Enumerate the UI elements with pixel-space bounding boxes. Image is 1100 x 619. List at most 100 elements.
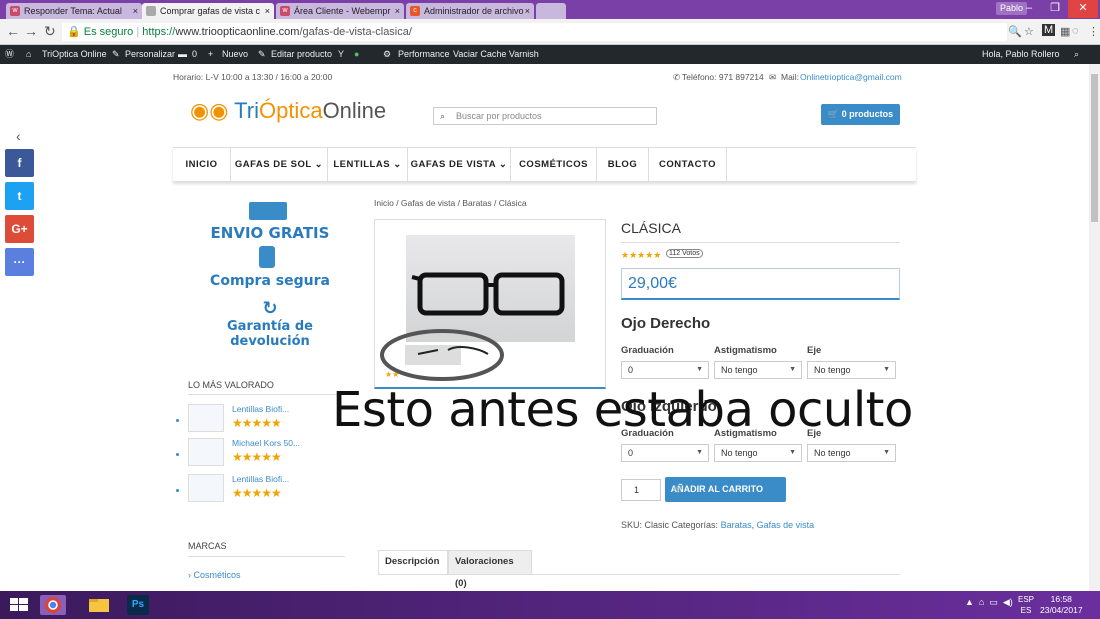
- system-tray-icons[interactable]: ▲ ⌂ ▭ ◀): [965, 597, 1013, 608]
- select-value: No tengo: [721, 365, 758, 375]
- lang-region: ES: [1020, 606, 1032, 615]
- chrome-icon[interactable]: [40, 595, 66, 615]
- add-to-cart-button[interactable]: 🛒 AÑADIR AL CARRITO: [665, 477, 786, 502]
- quantity-input[interactable]: 1: [621, 479, 661, 501]
- close-icon[interactable]: ×: [525, 3, 530, 19]
- url-host: www.trioopticaonline.com: [175, 26, 300, 38]
- browser-tab[interactable]: c Administrador de archivo ×: [406, 3, 534, 19]
- breadcrumb[interactable]: Inicio / Gafas de vista / Baratas / Clás…: [374, 198, 527, 208]
- file-explorer-icon[interactable]: [86, 595, 112, 615]
- tab-reviews[interactable]: Valoraciones (0): [448, 550, 532, 589]
- top-info-bar: Horario: L-V 10:00 a 13:30 / 16:00 a 20:…: [173, 70, 902, 86]
- yoast-icon[interactable]: Y: [338, 45, 344, 64]
- mail-link[interactable]: Onlinetrioptica@gmail.com: [800, 70, 902, 84]
- reload-icon[interactable]: ↻: [44, 24, 56, 38]
- wp-customize-link[interactable]: Personalizar: [125, 45, 175, 64]
- list-item[interactable]: Lentillas Biofi... ★★★★★: [176, 474, 346, 506]
- logo-text: Online: [322, 98, 387, 123]
- twitter-icon[interactable]: t: [5, 182, 34, 210]
- wp-new-link[interactable]: Nuevo: [222, 45, 248, 64]
- left-axis-select[interactable]: No tengo ▼: [807, 444, 896, 462]
- menu-item-lentillas[interactable]: LENTILLAS ⌄: [328, 148, 408, 181]
- votes-badge: 112 Votos: [666, 249, 703, 258]
- wp-performance-link[interactable]: Performance: [398, 45, 450, 64]
- cart-icon: 🛒: [827, 109, 840, 119]
- more-share-icon[interactable]: ···: [5, 248, 34, 276]
- sku-text: SKU: Clasic Categorías:: [621, 520, 719, 530]
- google-plus-icon[interactable]: G+: [5, 215, 34, 243]
- taskbar-clock[interactable]: 16:58 23/04/2017: [1040, 594, 1083, 616]
- brands-title: MARCAS: [188, 541, 345, 557]
- left-grad-select[interactable]: 0 ▼: [621, 444, 709, 462]
- zoom-icon[interactable]: 🔍: [1008, 25, 1022, 38]
- clock-time: 16:58: [1050, 594, 1072, 604]
- wp-cache-link[interactable]: Vaciar Cache Varnish: [453, 45, 539, 64]
- wp-edit-product-link[interactable]: Editar producto: [271, 45, 332, 64]
- star-icon[interactable]: ☆: [1024, 25, 1034, 38]
- url-path: /gafas-de-vista-clasica/: [299, 26, 412, 38]
- close-icon[interactable]: ×: [133, 3, 138, 19]
- site-logo[interactable]: ◉◉ TriÓpticaOnline: [190, 98, 386, 124]
- mail-icon: ✉: [769, 72, 777, 82]
- product-link[interactable]: Lentillas Biofi...: [232, 404, 289, 414]
- menu-item-gafas-de-sol[interactable]: GAFAS DE SOL ⌄: [231, 148, 328, 181]
- product-link[interactable]: Michael Kors 50...: [232, 438, 300, 448]
- windows-start-icon[interactable]: [8, 595, 30, 615]
- new-tab-button[interactable]: [536, 3, 566, 19]
- extension-m-icon[interactable]: M: [1042, 24, 1056, 36]
- browser-tab[interactable]: w Área Cliente - Webempr ×: [276, 3, 404, 19]
- close-icon[interactable]: ×: [395, 3, 400, 19]
- product-link[interactable]: Lentillas Biofi...: [232, 474, 289, 484]
- back-icon[interactable]: ←: [6, 24, 20, 38]
- restore-icon[interactable]: ❐: [1042, 0, 1068, 18]
- wordpress-icon[interactable]: Ⓦ: [5, 45, 14, 64]
- scrollbar-thumb[interactable]: [1091, 74, 1098, 222]
- extension-icon[interactable]: ▦: [1060, 25, 1070, 38]
- cart-button[interactable]: 🛒 0 productos: [821, 104, 900, 125]
- menu-item-cosmeticos[interactable]: COSMÉTICOS: [511, 148, 597, 181]
- tab-title: Administrador de archivo: [424, 6, 524, 16]
- close-icon[interactable]: ×: [265, 3, 270, 19]
- list-item[interactable]: Lentillas Biofi... ★★★★★: [176, 404, 346, 436]
- menu-item-contacto[interactable]: CONTACTO: [649, 148, 727, 181]
- language-indicator[interactable]: ESP ES: [1018, 594, 1034, 616]
- photoshop-icon[interactable]: Ps: [127, 595, 149, 615]
- refresh-icon: ↻: [262, 298, 278, 319]
- right-axis-select[interactable]: No tengo ▼: [807, 361, 896, 379]
- wp-site-link[interactable]: TriOptica Online: [42, 45, 107, 64]
- browser-tab[interactable]: w Responder Tema: Actual ×: [6, 3, 142, 19]
- left-astig-select[interactable]: No tengo ▼: [714, 444, 802, 462]
- browser-tab-active[interactable]: Comprar gafas de vista c ×: [142, 3, 274, 19]
- url-bar[interactable]: 🔒 Es seguro | https://www.trioopticaonli…: [62, 23, 1007, 41]
- right-grad-select[interactable]: 0 ▼: [621, 361, 709, 379]
- facebook-icon[interactable]: f: [5, 149, 34, 177]
- category-link[interactable]: Baratas: [721, 520, 752, 530]
- close-window-icon[interactable]: ✕: [1068, 0, 1098, 18]
- wp-greeting[interactable]: Hola, Pablo Rollero: [982, 45, 1060, 64]
- search-icon[interactable]: ⌕: [1074, 45, 1079, 64]
- minimize-icon[interactable]: –: [1016, 0, 1042, 18]
- product-thumbnail[interactable]: [188, 438, 224, 466]
- tab-description[interactable]: Descripción: [378, 550, 448, 574]
- logo-text: Tri: [234, 98, 259, 123]
- extension-icon[interactable]: ◌: [1072, 25, 1079, 37]
- menu-item-gafas-de-vista[interactable]: GAFAS DE VISTA ⌄: [408, 148, 511, 181]
- wp-comments-count[interactable]: 0: [192, 45, 197, 64]
- category-link[interactable]: Gafas de vista: [757, 520, 815, 530]
- brand-link[interactable]: › Cosméticos: [188, 570, 241, 580]
- gear-icon: ⚙: [383, 49, 392, 59]
- menu-icon[interactable]: ⋮: [1088, 25, 1099, 38]
- product-thumbnail[interactable]: [188, 474, 224, 502]
- search-input[interactable]: ⌕ Buscar por productos: [433, 107, 657, 125]
- axis-label: Eje: [807, 345, 822, 356]
- bullet-icon: [176, 419, 179, 422]
- menu-item-blog[interactable]: BLOG: [597, 148, 649, 181]
- collapse-share-icon[interactable]: ‹: [16, 128, 21, 144]
- right-astig-select[interactable]: No tengo ▼: [714, 361, 802, 379]
- pencil-icon: ✎: [258, 49, 266, 59]
- list-item[interactable]: Michael Kors 50... ★★★★★: [176, 438, 346, 470]
- forward-icon[interactable]: →: [24, 24, 38, 38]
- product-thumbnail[interactable]: [188, 404, 224, 432]
- menu-item-inicio[interactable]: INICIO: [173, 148, 231, 181]
- page-scrollbar[interactable]: [1089, 64, 1100, 591]
